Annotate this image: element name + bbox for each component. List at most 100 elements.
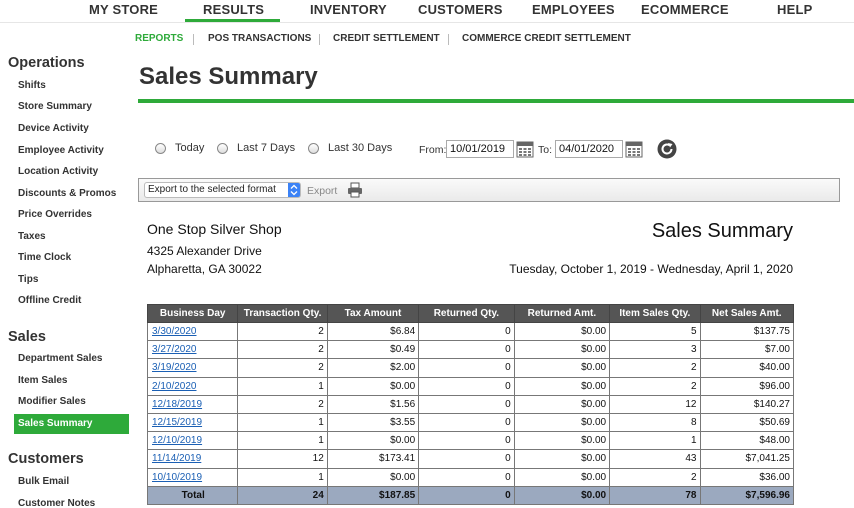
refresh-icon[interactable] [657,139,677,159]
table-cell: $0.00 [513,431,611,451]
total-cell: 78 [609,485,701,505]
table-cell: 1 [237,467,328,487]
table-cell: $0.49 [326,340,420,360]
sidebar-item-offline-credit[interactable]: Offline Credit [14,291,129,311]
to-label: To: [538,144,553,156]
table-cell: 0 [418,340,515,360]
sidebar-item-shifts[interactable]: Shifts [14,76,129,96]
table-cell: $0.00 [513,412,611,433]
table-cell: $0.00 [513,321,611,342]
radio-today[interactable]: Today [155,142,204,154]
table-cell: 3 [609,340,701,360]
table-cell: 2 [237,340,328,360]
sidebar-item-department-sales[interactable]: Department Sales [14,349,129,369]
table-cell: 0 [418,358,515,378]
from-label: From: [419,144,447,156]
business-day-link[interactable]: 12/10/2019 [152,435,202,446]
table-cell: 1 [237,431,328,451]
table-cell: 0 [418,449,515,469]
sidebar-item-store-summary[interactable]: Store Summary [14,97,129,117]
sidebar-item-discounts-promos[interactable]: Discounts & Promos [14,184,129,204]
table-cell: $1.56 [326,394,420,414]
sidebar-item-location-activity[interactable]: Location Activity [14,162,129,182]
sidebar-item-modifier-sales[interactable]: Modifier Sales [14,392,129,412]
table-cell: $0.00 [513,340,611,360]
total-cell: $7,596.96 [699,485,794,505]
total-label: Total [146,485,239,505]
subnav-commerce-credit-settlement[interactable]: COMMERCE CREDIT SETTLEMENT [462,33,631,44]
print-icon[interactable] [347,182,363,198]
sales-summary-table: Business Day Transaction Qty. Tax Amount… [146,304,794,505]
export-format-value: Export to the selected format [148,184,276,195]
sidebar-item-bulk-email[interactable]: Bulk Email [14,472,129,492]
sidebar-item-price-overrides[interactable]: Price Overrides [14,205,129,225]
business-day-link[interactable]: 12/18/2019 [152,399,202,410]
report-date-range: Tuesday, October 1, 2019 - Wednesday, Ap… [509,262,793,276]
page-title: Sales Summary [139,63,318,90]
sidebar-heading-sales: Sales [8,329,46,345]
table-cell: 2 [237,358,328,378]
business-day-link[interactable]: 3/19/2020 [152,362,197,373]
sidebar-item-item-sales[interactable]: Item Sales [14,371,129,391]
sidebar-item-tips[interactable]: Tips [14,270,129,290]
sidebar-item-device-activity[interactable]: Device Activity [14,119,129,139]
export-button[interactable]: Export [307,185,337,197]
business-day-link[interactable]: 10/10/2019 [152,472,202,483]
nav-help[interactable]: HELP [777,2,812,17]
business-day-link[interactable]: 11/14/2019 [152,453,201,464]
table-cell: $6.84 [326,321,420,342]
subnav-pos-transactions[interactable]: POS TRANSACTIONS [208,33,311,44]
radio-button-icon [308,142,319,154]
calendar-icon[interactable] [625,140,643,158]
nav-employees[interactable]: EMPLOYEES [532,2,615,17]
nav-my-store[interactable]: MY STORE [89,2,158,17]
table-row: 3/19/2020 2 $2.00 0 $0.00 2 $40.00 [146,358,794,378]
radio-last-7-days-label: Last 7 Days [237,142,296,154]
table-row: 2/10/2020 1 $0.00 0 $0.00 2 $96.00 [146,376,794,396]
table-cell: $0.00 [326,467,420,487]
table-cell: $0.00 [513,394,611,414]
business-day-cell: 12/10/2019 [146,431,239,451]
subnav-credit-settlement[interactable]: CREDIT SETTLEMENT [333,33,440,44]
export-format-select[interactable]: Export to the selected format [144,182,301,198]
nav-customers[interactable]: CUSTOMERS [418,2,503,17]
business-day-link[interactable]: 3/30/2020 [152,326,197,337]
sidebar-item-customer-notes[interactable]: Customer Notes [14,494,129,508]
radio-last-7-days[interactable]: Last 7 Days [217,142,295,154]
title-underline [138,99,854,103]
nav-ecommerce[interactable]: ECOMMERCE [641,2,729,17]
sidebar-heading-operations: Operations [8,55,85,71]
export-toolbar: Export to the selected format Export [138,178,840,202]
report-title: Sales Summary [651,220,793,242]
sidebar-item-employee-activity[interactable]: Employee Activity [14,141,129,161]
table-cell: 0 [418,376,515,396]
table-cell: 2 [609,358,701,378]
calendar-icon[interactable] [516,140,534,158]
col-header-returned-amt: Returned Amt. [513,304,611,323]
table-cell: 43 [609,449,701,469]
nav-results[interactable]: RESULTS [203,2,264,17]
total-cell: $0.00 [513,485,611,505]
business-day-cell: 10/10/2019 [146,467,239,487]
subnav-reports[interactable]: REPORTS [135,33,183,44]
sidebar-item-time-clock[interactable]: Time Clock [14,248,129,268]
to-date-input[interactable] [555,140,623,158]
table-cell: 2 [237,394,328,414]
business-day-cell: 3/30/2020 [146,321,239,342]
business-day-link[interactable]: 12/15/2019 [152,417,202,428]
table-row: 12/10/2019 1 $0.00 0 $0.00 1 $48.00 [146,431,794,451]
sidebar-item-taxes[interactable]: Taxes [14,227,129,247]
table-cell: $0.00 [513,376,611,396]
subnav-separator [193,34,194,45]
table-cell: $0.00 [513,467,611,487]
shop-address-line2: Alpharetta, GA 30022 [147,262,262,276]
from-date-input[interactable] [446,140,514,158]
business-day-cell: 3/19/2020 [146,358,239,378]
business-day-link[interactable]: 3/27/2020 [152,344,197,355]
business-day-link[interactable]: 2/10/2020 [152,381,197,392]
radio-last-30-days[interactable]: Last 30 Days [308,142,392,154]
sidebar-item-sales-summary[interactable]: Sales Summary [14,414,129,434]
radio-button-icon [217,142,228,154]
radio-button-icon [155,142,166,154]
nav-inventory[interactable]: INVENTORY [310,2,387,17]
